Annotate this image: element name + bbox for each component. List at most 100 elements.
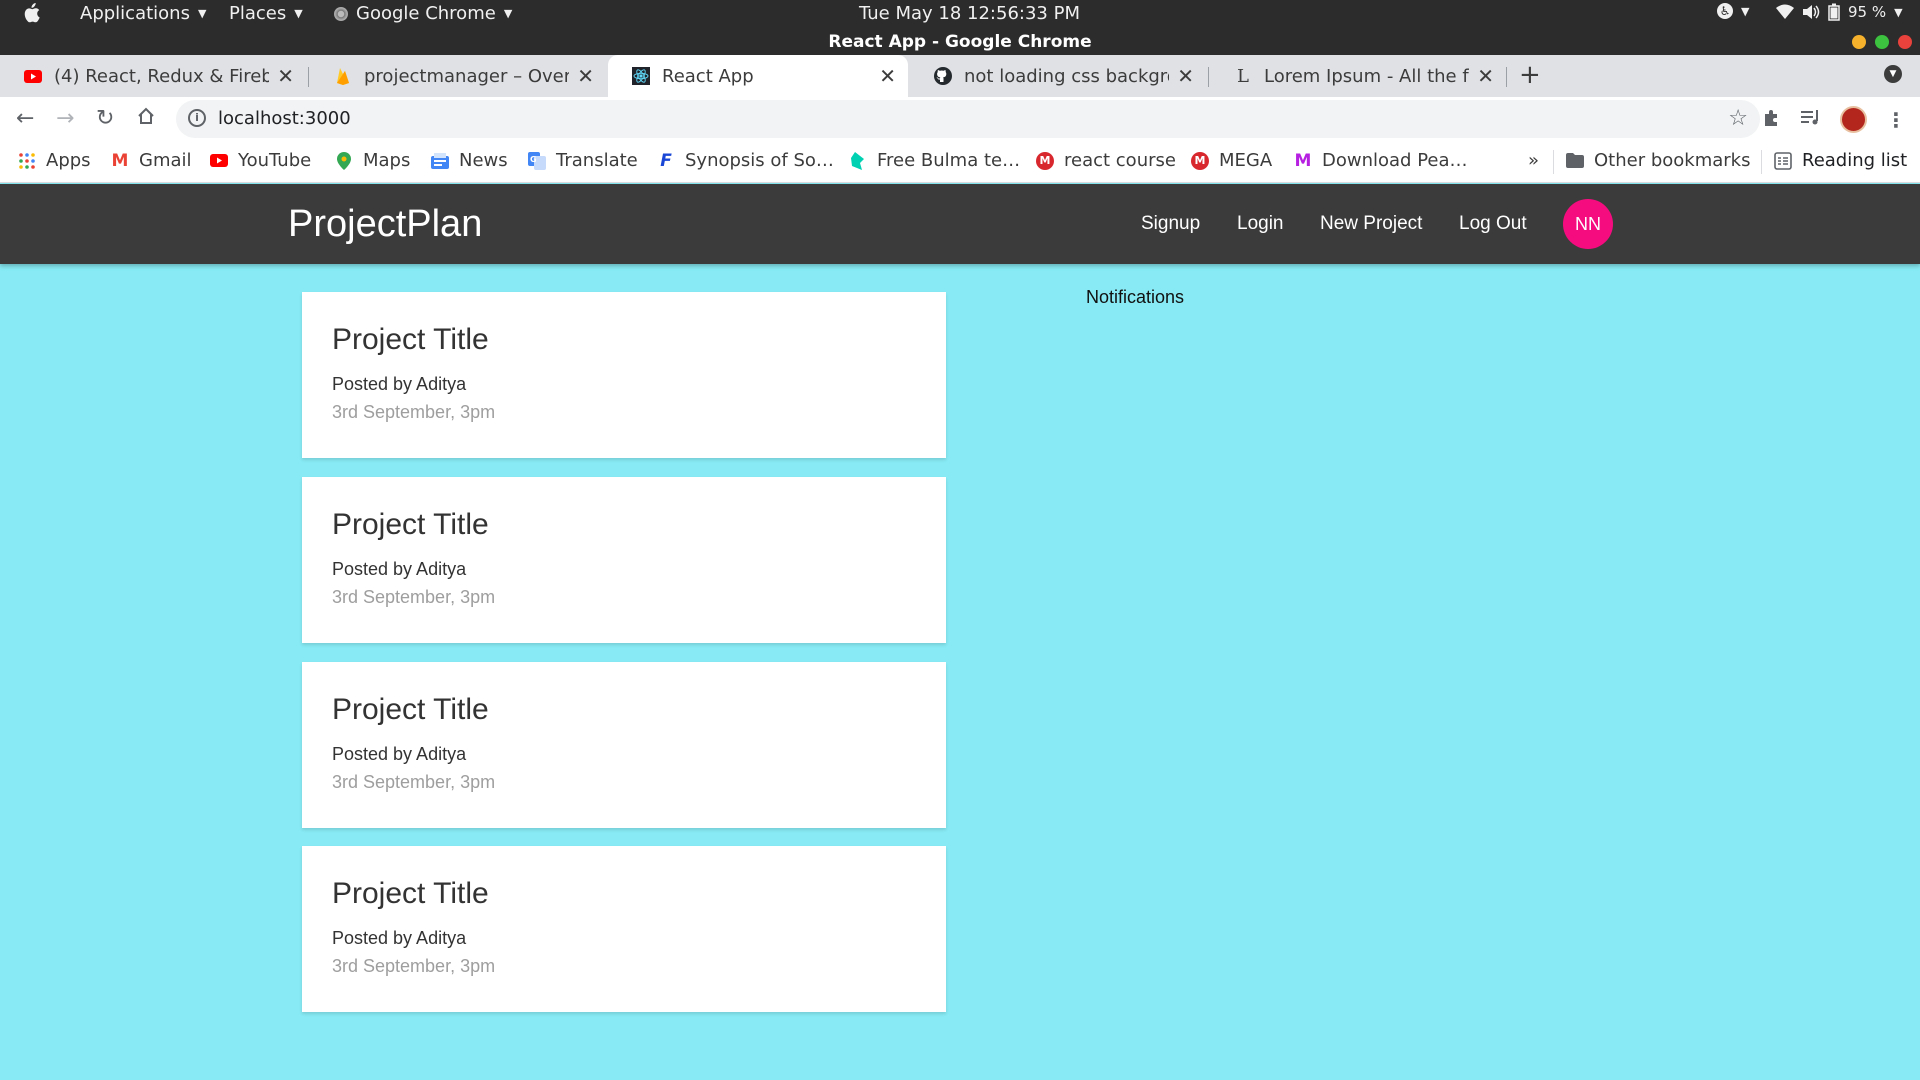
minimize-button[interactable] <box>1852 35 1866 49</box>
system-status-menu[interactable]: 95 % ▼ <box>1776 3 1903 21</box>
tab-firebase[interactable]: projectmanager – Overvie ✕ <box>310 55 606 97</box>
project-card[interactable]: Project Title Posted by Aditya 3rd Septe… <box>302 292 946 458</box>
close-window-button[interactable] <box>1898 35 1912 49</box>
active-app-label: Google Chrome <box>356 3 496 24</box>
clock[interactable]: Tue May 18 12:56:33 PM <box>859 3 1080 24</box>
bookmark-label: Synopsis of So… <box>685 150 834 171</box>
bookmark-apps[interactable]: Apps <box>18 150 91 171</box>
tab-title: React App <box>662 65 754 87</box>
bookmarks-divider <box>1761 150 1762 174</box>
window-controls <box>1852 35 1912 49</box>
bookmark-other[interactable]: Other bookmarks <box>1566 150 1750 171</box>
mega-icon: M <box>1036 151 1054 170</box>
bookmark-synopsis[interactable]: F Synopsis of So… <box>657 150 834 171</box>
signup-link[interactable]: Signup <box>1141 213 1200 235</box>
reload-button[interactable]: ↻ <box>96 106 114 131</box>
wifi-icon <box>1776 4 1794 19</box>
tab-title: Lorem Ipsum - All the fact <box>1264 65 1469 87</box>
bookmark-youtube[interactable]: YouTube <box>210 150 311 171</box>
project-author: Posted by Aditya <box>332 374 467 394</box>
bookmark-label: Reading list <box>1802 150 1908 171</box>
project-title: Project Title <box>332 877 489 910</box>
bookmark-react-course[interactable]: M react course <box>1036 150 1176 171</box>
active-app-menu[interactable]: Google Chrome ▼ <box>334 3 512 24</box>
bookmark-maps[interactable]: Maps <box>335 150 410 171</box>
new-project-link[interactable]: New Project <box>1320 213 1422 235</box>
chevron-down-icon: ▼ <box>1889 69 1897 79</box>
youtube-icon <box>210 152 228 170</box>
battery-label: 95 % <box>1848 3 1887 21</box>
chrome-menu-button[interactable]: ⋮ <box>1886 108 1906 132</box>
bookmark-bulma[interactable]: Free Bulma te… <box>849 150 1020 171</box>
clock-label: Tue May 18 12:56:33 PM <box>859 3 1080 24</box>
accessibility-menu[interactable]: ♿ ▼ <box>1717 3 1749 19</box>
tab-github[interactable]: not loading css backgroun ✕ <box>910 55 1206 97</box>
logout-link[interactable]: Log Out <box>1459 213 1527 235</box>
translate-icon: G <box>528 151 546 170</box>
brand-logo-link[interactable]: ProjectPlan <box>288 203 482 246</box>
project-author: Posted by Aditya <box>332 744 467 764</box>
bookmark-star-icon[interactable]: ☆ <box>1728 106 1748 131</box>
close-icon[interactable]: ✕ <box>1177 64 1194 88</box>
bookmarks-overflow-button[interactable]: » <box>1528 150 1539 171</box>
news-icon <box>431 152 449 170</box>
tab-divider <box>1506 67 1507 87</box>
close-icon[interactable]: ✕ <box>577 64 594 88</box>
apple-menu[interactable] <box>22 3 40 23</box>
back-button[interactable]: ← <box>16 106 34 131</box>
project-title: Project Title <box>332 693 489 726</box>
bookmark-label: Download Pea… <box>1322 150 1468 171</box>
profile-avatar[interactable] <box>1840 106 1867 133</box>
chrome-icon <box>334 6 348 21</box>
chevron-double-right-icon: » <box>1528 150 1540 171</box>
extensions-button[interactable] <box>1762 108 1782 133</box>
chevron-down-icon: ▼ <box>1741 4 1750 18</box>
bookmark-gmail[interactable]: M Gmail <box>111 150 192 171</box>
window-title: React App - Google Chrome <box>0 29 1920 55</box>
project-author: Posted by Aditya <box>332 559 467 579</box>
tab-search-button[interactable]: ▼ <box>1884 65 1902 83</box>
applications-menu[interactable]: Applications ▼ <box>80 3 206 24</box>
tab-strip: (4) React, Redux & Fireba ✕ projectmanag… <box>0 55 1920 97</box>
app-navbar: ProjectPlan Signup Login New Project Log… <box>0 184 1920 264</box>
new-tab-button[interactable]: + <box>1519 60 1541 90</box>
tab-react-app[interactable]: React App ✕ <box>608 55 908 97</box>
bookmark-download[interactable]: M Download Pea… <box>1294 150 1468 171</box>
bookmark-translate[interactable]: G Translate <box>528 150 638 171</box>
puzzle-icon <box>1765 110 1777 126</box>
close-icon[interactable]: ✕ <box>277 64 294 88</box>
bookmark-mega[interactable]: M MEGA <box>1191 150 1272 171</box>
tab-divider <box>1208 67 1209 87</box>
reload-icon: ↻ <box>96 106 115 131</box>
places-label: Places <box>229 3 287 24</box>
more-vert-icon: ⋮ <box>1886 108 1906 132</box>
synopsis-f-icon: F <box>660 150 672 171</box>
project-card[interactable]: Project Title Posted by Aditya 3rd Septe… <box>302 477 946 643</box>
maximize-button[interactable] <box>1875 35 1889 49</box>
project-date: 3rd September, 3pm <box>332 587 496 607</box>
project-card[interactable]: Project Title Posted by Aditya 3rd Septe… <box>302 846 946 1012</box>
login-link[interactable]: Login <box>1237 213 1284 235</box>
site-info-icon[interactable]: i <box>188 109 206 127</box>
address-bar[interactable]: i localhost:3000 ☆ <box>176 100 1760 138</box>
close-icon[interactable]: ✕ <box>879 64 896 88</box>
project-card[interactable]: Project Title Posted by Aditya 3rd Septe… <box>302 662 946 828</box>
home-button[interactable] <box>136 106 156 132</box>
tab-youtube[interactable]: (4) React, Redux & Fireba ✕ <box>0 55 306 97</box>
arrow-right-icon: → <box>56 106 75 131</box>
tab-lorem-ipsum[interactable]: L Lorem Ipsum - All the fact ✕ <box>1210 55 1506 97</box>
close-icon[interactable]: ✕ <box>1477 64 1494 88</box>
forward-button[interactable]: → <box>56 106 74 131</box>
download-m-icon: M <box>1294 150 1312 171</box>
user-initials-avatar[interactable]: NN <box>1563 199 1613 249</box>
media-control-button[interactable] <box>1800 108 1822 133</box>
mega-icon: M <box>1191 151 1209 170</box>
reading-list-button[interactable]: Reading list <box>1774 150 1907 171</box>
bookmark-news[interactable]: News <box>431 150 508 171</box>
bookmark-label: Gmail <box>139 150 192 171</box>
gmail-icon: M <box>111 150 129 171</box>
chevron-down-icon: ▼ <box>1894 5 1903 19</box>
bookmark-label: Translate <box>556 150 638 171</box>
project-author: Posted by Aditya <box>332 928 467 948</box>
places-menu[interactable]: Places ▼ <box>229 3 303 24</box>
